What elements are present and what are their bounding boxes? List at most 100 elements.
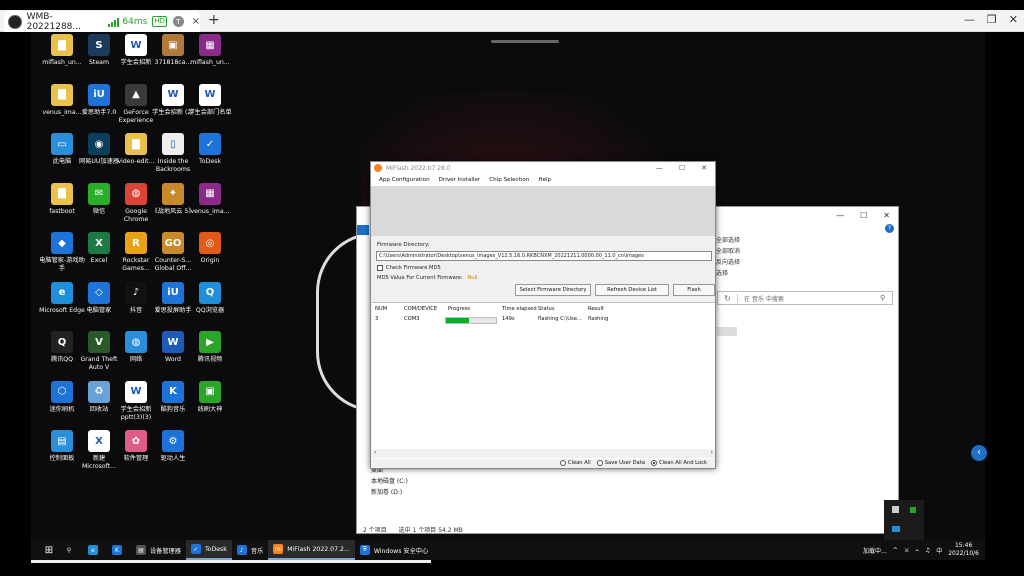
hd-badge[interactable]: HD <box>152 16 167 27</box>
selected-file-row[interactable] <box>717 327 737 336</box>
select-all[interactable]: 全部选择 <box>716 235 740 246</box>
flash-button[interactable]: Flash <box>673 284 715 296</box>
scroll-strip <box>31 560 431 563</box>
taskbar-item[interactable]: ▤ 设备管理器 <box>131 540 186 560</box>
bluetooth-icon[interactable] <box>892 526 900 532</box>
new-tab-button[interactable]: + <box>208 12 220 28</box>
menu-chip-selection[interactable]: Chip Selection <box>489 177 529 183</box>
desktop-icon[interactable]: ▦ miflash_un... <box>187 34 233 67</box>
close-tab-icon[interactable]: × <box>192 16 200 27</box>
refresh-icon[interactable]: ↻ <box>718 293 738 303</box>
md5-label: MD5 Value For Current Firmware: <box>377 275 463 281</box>
scroll-right-icon[interactable]: › <box>711 449 713 456</box>
app-icon: Q <box>51 331 73 353</box>
restore-button[interactable]: ❐ <box>987 13 997 26</box>
taskbar-item[interactable]: mi MiFlash 2022.07.2... <box>268 540 355 560</box>
desktop-icon[interactable]: ▶ 腾讯视频 <box>187 331 233 364</box>
search-icon[interactable]: ⚲ <box>880 294 892 302</box>
app-icon: ▲ <box>125 83 147 106</box>
taskbar-item[interactable]: ⛨ Windows 安全中心 <box>355 540 433 560</box>
desktop-icon[interactable]: ⚙ 驱动人生 <box>150 430 196 463</box>
maximize-button[interactable]: ☐ <box>860 211 867 220</box>
option-clean-all-and-lock[interactable]: Clean All And Lock <box>650 460 707 466</box>
check-md5-checkbox[interactable]: Check Firmware MD5 <box>377 265 441 271</box>
radio-dot[interactable] <box>559 460 566 466</box>
desktop-icon[interactable]: ▦ venus_ima... <box>187 182 233 216</box>
network-icon[interactable]: ⌁ <box>915 547 919 554</box>
nav-item-d-drive[interactable]: 新加卷 (D:) <box>371 487 408 498</box>
app-icon: V <box>88 331 110 353</box>
taskbar-item[interactable]: e <box>83 540 107 560</box>
music-icon: ♪ <box>236 545 247 555</box>
app-icon: W <box>162 331 184 353</box>
taskbar-item[interactable]: ✓ ToDesk <box>185 540 232 560</box>
avatar <box>8 14 22 29</box>
desktop-icon-label: Excel <box>90 257 108 264</box>
desktop-icon-label: 微信 <box>92 207 106 215</box>
desktop-icon[interactable]: ✓ ToDesk <box>187 133 233 166</box>
desktop-icon[interactable]: W 学生会部门名单 <box>187 83 233 117</box>
firmware-path-field[interactable]: C:\Users\Administrator\Desktop\venus_ima… <box>376 251 712 261</box>
drag-handle[interactable] <box>491 40 559 43</box>
taskbar-item[interactable]: ♪ 音乐 <box>232 540 268 560</box>
horizontal-scrollbar[interactable]: ‹ › <box>372 449 715 458</box>
radio-dot[interactable] <box>650 460 657 466</box>
option-save-user-data[interactable]: Save User Data <box>596 460 645 466</box>
miflash-title-bar: MiFlash 2022.07.28.0 — ☐ ✕ <box>371 162 715 174</box>
menu-driver-installer[interactable]: Driver Installer <box>439 177 481 183</box>
clock[interactable]: 15:46 2022/10/6 <box>948 542 979 558</box>
user-badge[interactable]: T <box>172 16 184 27</box>
desktop-icon[interactable]: Q QQ浏览器 <box>187 281 233 315</box>
windows-icon[interactable]: ⊞ <box>39 545 59 556</box>
checkbox-box[interactable] <box>377 265 383 271</box>
app-icon: W <box>162 83 184 106</box>
select-none[interactable]: 全部取消 <box>716 246 740 257</box>
close-button[interactable]: ✕ <box>701 164 707 172</box>
app-icon: ✦ <box>162 182 184 205</box>
option-clean-all[interactable]: Clean All <box>559 460 591 466</box>
minimize-button[interactable]: — <box>836 211 844 220</box>
menu-help[interactable]: Help <box>538 177 551 183</box>
close-button[interactable]: ✕ <box>1009 13 1018 26</box>
refresh-device-list-button[interactable]: Refresh Device List <box>595 284 669 296</box>
taskbar-item[interactable]: K <box>107 540 131 560</box>
date: 2022/10/6 <box>948 550 979 557</box>
search-input[interactable]: 在 音乐 中搜索 <box>738 294 880 303</box>
scroll-left-icon[interactable]: ‹ <box>374 449 376 456</box>
tray-icon[interactable]: ⚔ <box>904 547 909 554</box>
desktop-icon-label: 控制面板 <box>49 455 75 462</box>
close-button[interactable]: ✕ <box>883 211 890 220</box>
app-icon: ▤ <box>51 430 73 452</box>
desktop-icon-label: 爱思投屏助手 <box>154 306 192 314</box>
show-hidden-icons[interactable]: ^ <box>893 547 898 554</box>
desktop-icon[interactable]: ◎ Origin <box>187 232 233 265</box>
radio-dot[interactable] <box>596 460 603 466</box>
invert-selection[interactable]: 反向选择 <box>716 257 740 268</box>
session-title: WMB-20221288... <box>26 11 81 32</box>
menu-app-configuration[interactable]: App Configuration <box>379 177 430 183</box>
option-label: Save User Data <box>604 460 645 466</box>
app-icon: ◉ <box>88 133 110 155</box>
minimize-button[interactable]: — <box>964 13 975 26</box>
maximize-button[interactable]: ☐ <box>679 164 685 172</box>
device-manager-icon: ▤ <box>136 545 146 555</box>
select-firmware-directory-button[interactable]: Select Firmware Directory <box>515 284 591 296</box>
minimize-button[interactable]: — <box>656 164 663 172</box>
app-icon: ▣ <box>199 380 221 403</box>
miflash-window[interactable]: MiFlash 2022.07.28.0 — ☐ ✕ App Configura… <box>370 161 716 469</box>
shield-icon: ⛨ <box>359 545 370 555</box>
volume-icon[interactable]: ♫ <box>925 547 930 554</box>
nvidia-icon[interactable] <box>910 507 916 513</box>
side-panel-chevron-icon[interactable]: ‹ <box>971 445 987 461</box>
session-tab[interactable]: WMB-20221288... 64ms HD T × <box>4 11 200 32</box>
window-controls: — ❐ ✕ <box>964 13 1018 26</box>
time: 15:46 <box>954 542 973 549</box>
taskbar-item[interactable]: ⚲ <box>59 540 83 560</box>
desktop-icon[interactable]: ▣ 线刷大神 <box>187 380 233 414</box>
ribbon-file-tab[interactable] <box>357 225 369 235</box>
help-icon[interactable]: ? <box>885 224 894 233</box>
tray-app-icon[interactable] <box>892 506 899 513</box>
input-method-icon[interactable]: 中 <box>936 546 942 555</box>
tray-status-text: 加载中... <box>863 547 887 555</box>
nav-item-c-drive[interactable]: 本地磁盘 (C:) <box>371 476 408 487</box>
